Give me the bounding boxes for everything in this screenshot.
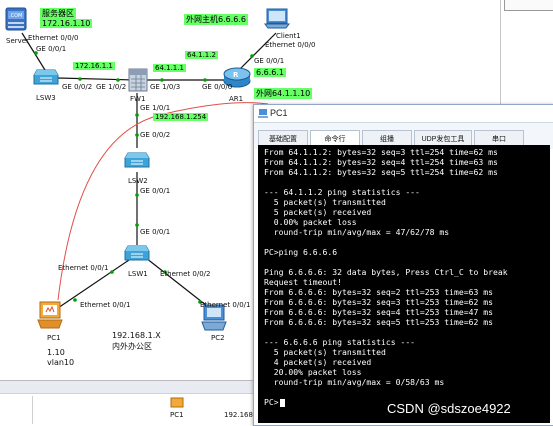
lsw2-device[interactable] [124,147,150,176]
label-server-zone: 服务器区 [40,8,76,19]
bottom-ip: 192.168 [224,411,253,419]
label-server-ip: 172.16.1.10 [40,19,93,28]
port-lsw1-e2: Ethernet 0/0/2 [160,270,211,278]
watermark: CSDN @sdszoe4922 [387,401,511,416]
terminal-line: round-trip min/avg/max = 47/62/78 ms [264,227,450,237]
pc1-console-window[interactable]: PC1 基础配置 命令行 组播 UDP发包工具 串口 From 64.1.1.2… [253,104,553,426]
port-lsw1-e1: Ethernet 0/0/1 [58,264,109,272]
lsw1-device[interactable] [124,240,150,269]
terminal-line: 0.00% packet loss [264,217,357,227]
lsw3-device[interactable] [33,64,59,93]
label-fw-ar-link-fw: 64.1.1.1 [153,64,186,72]
port-fw-g102: GE 1/0/2 [96,83,127,91]
server-device[interactable]: .COM [4,6,28,39]
server-name: Server [6,37,29,45]
fw1-name: FW1 [130,95,146,103]
pc1-device[interactable] [36,300,66,337]
terminal-cursor [279,398,285,407]
terminal-line: PC> [264,397,285,407]
port-fw-g101: GE 1/0/1 [140,104,171,112]
terminal-line: From 64.1.1.2: bytes=32 seq=4 ttl=254 ti… [264,157,498,167]
terminal-line: Ping 6.6.6.6: 32 data bytes, Press Ctrl_… [264,267,508,277]
terminal-line: 20.00% packet loss [264,367,362,377]
port-lsw3-g2: GE 0/0/2 [62,83,93,91]
right-panel-tab[interactable] [504,0,553,11]
label-ar1-client: 6.6.6.1 [254,68,286,77]
pc-window-icon [258,109,268,118]
terminal-line: 5 packet(s) transmitted [264,197,386,207]
pc-icon [37,301,63,329]
label-pc1-ip: 1.10 [47,348,65,357]
port-pc2-eth: Ethernet 0/0/1 [200,301,251,309]
firewall-icon [128,68,148,92]
terminal-line: From 64.1.1.2: bytes=32 seq=5 ttl=254 ti… [264,167,498,177]
port-ar-g1: GE 0/0/1 [254,57,285,65]
window-title-bar[interactable]: PC1 [254,105,553,123]
terminal-line: PC>ping 6.6.6.6 [264,247,338,257]
switch-icon [124,245,150,261]
server-icon: .COM [5,7,27,31]
port-lsw3-g1: GE 0/0/1 [36,45,67,53]
terminal-line: From 6.6.6.6: bytes=32 seq=4 ttl=253 tim… [264,307,494,317]
label-lsw3-fw-link: 172.16.1.1 [73,62,115,70]
port-fw-g103: GE 1/0/3 [150,83,181,91]
label-pc1-vlan: vlan10 [47,358,75,367]
link-lsw3-fw1 [57,77,136,81]
pc2-name: PC2 [211,334,225,342]
lsw2-name: LSW2 [128,177,148,185]
window-title: PC1 [270,108,288,118]
port-lsw1-g1: GE 0/0/1 [140,228,171,236]
client-icon [264,8,290,29]
svg-text:.COM: .COM [9,13,22,19]
port-server-eth: Ethernet 0/0/0 [28,34,79,42]
label-office-zone: 内外办公区 [112,342,152,351]
terminal-line: round-trip min/avg/max = 0/58/63 ms [264,377,445,387]
port-ar-g0: GE 0/0/0 [202,83,233,91]
label-fw-inside: 192.168.1.254 [153,113,209,121]
bottom-pc1-name: PC1 [170,411,184,419]
terminal-line: --- 6.6.6.6 ping statistics --- [264,337,416,347]
svg-text:R: R [233,71,239,79]
terminal-line: 5 packet(s) received [264,207,372,217]
lsw1-name: LSW1 [128,270,148,278]
client1-name: Client1 [276,32,301,40]
label-fw-ar-link-ar: 64.1.1.2 [185,51,218,59]
port-client-eth: Ethernet 0/0/0 [265,41,316,49]
bottom-divider [32,396,33,424]
terminal-output[interactable]: From 64.1.1.2: bytes=32 seq=3 ttl=254 ti… [258,145,550,423]
label-external-host: 外网主机6.6.6.6 [184,14,248,25]
lsw3-name: LSW3 [36,94,56,102]
terminal-line: 5 packet(s) transmitted [264,347,386,357]
port-lsw2-g1: GE 0/0/1 [140,187,171,195]
client1-device[interactable] [264,6,290,35]
label-office-net: 192.168.1.X [112,331,161,340]
port-lsw2-g2: GE 0/0/2 [140,131,171,139]
bottom-workspace-header [0,381,256,394]
label-external-net: 外网64.1.1.10 [254,88,313,99]
port-pc1-eth: Ethernet 0/0/1 [80,301,131,309]
terminal-line: Request timeout! [264,277,342,287]
terminal-line: --- 64.1.1.2 ping statistics --- [264,187,420,197]
terminal-line: From 6.6.6.6: bytes=32 seq=3 ttl=253 tim… [264,297,494,307]
pc1-name: PC1 [47,334,61,342]
switch-icon [33,69,59,85]
terminal-line: 4 packet(s) received [264,357,372,367]
terminal-line: From 6.6.6.6: bytes=32 seq=2 ttl=253 tim… [264,287,494,297]
ar1-name: AR1 [229,95,244,103]
terminal-line: From 6.6.6.6: bytes=32 seq=5 ttl=253 tim… [264,317,494,327]
terminal-line: From 64.1.1.2: bytes=32 seq=3 ttl=254 ti… [264,147,498,157]
switch-icon [124,152,150,168]
pc-icon [170,397,184,408]
